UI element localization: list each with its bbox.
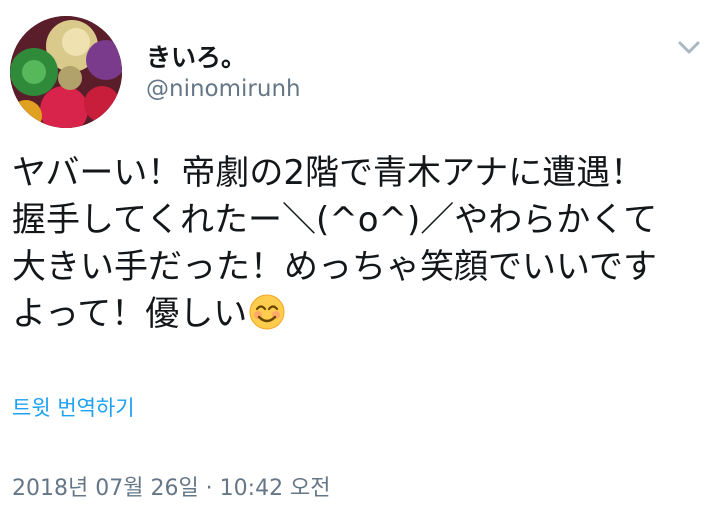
tweet-detail: きいろ。 @ninomirunh ヤバーい！帝劇の2階で青木アナに遭遇！ 握手し… [0,0,720,512]
user-handle[interactable]: @ninomirunh [146,76,301,102]
tweet-text-line: よって！優しい [12,294,248,334]
display-name[interactable]: きいろ。 [146,38,246,74]
tweet-text-line-last: よって！優しい [12,291,712,338]
tweet-timestamp: 2018년 07월 26일 · 10:42 오전 [12,476,331,501]
tweet-text-line: 握手してくれたー＼(^o^)／やわらかくて [12,200,658,240]
smiling-face-emoji [249,294,285,330]
tweet-text-line: ヤバーい！帝劇の2階で青木アナに遭遇！ [12,153,645,193]
avatar[interactable] [10,16,122,128]
chevron-down-icon[interactable] [676,36,702,58]
translate-tweet-link[interactable]: 트윗 번역하기 [12,392,135,422]
tweet-text-line: 大きい手だった！めっちゃ笑顔でいいです [12,247,657,287]
tweet-text: ヤバーい！帝劇の2階で青木アナに遭遇！ 握手してくれたー＼(^o^)／やわらかく… [12,150,712,338]
